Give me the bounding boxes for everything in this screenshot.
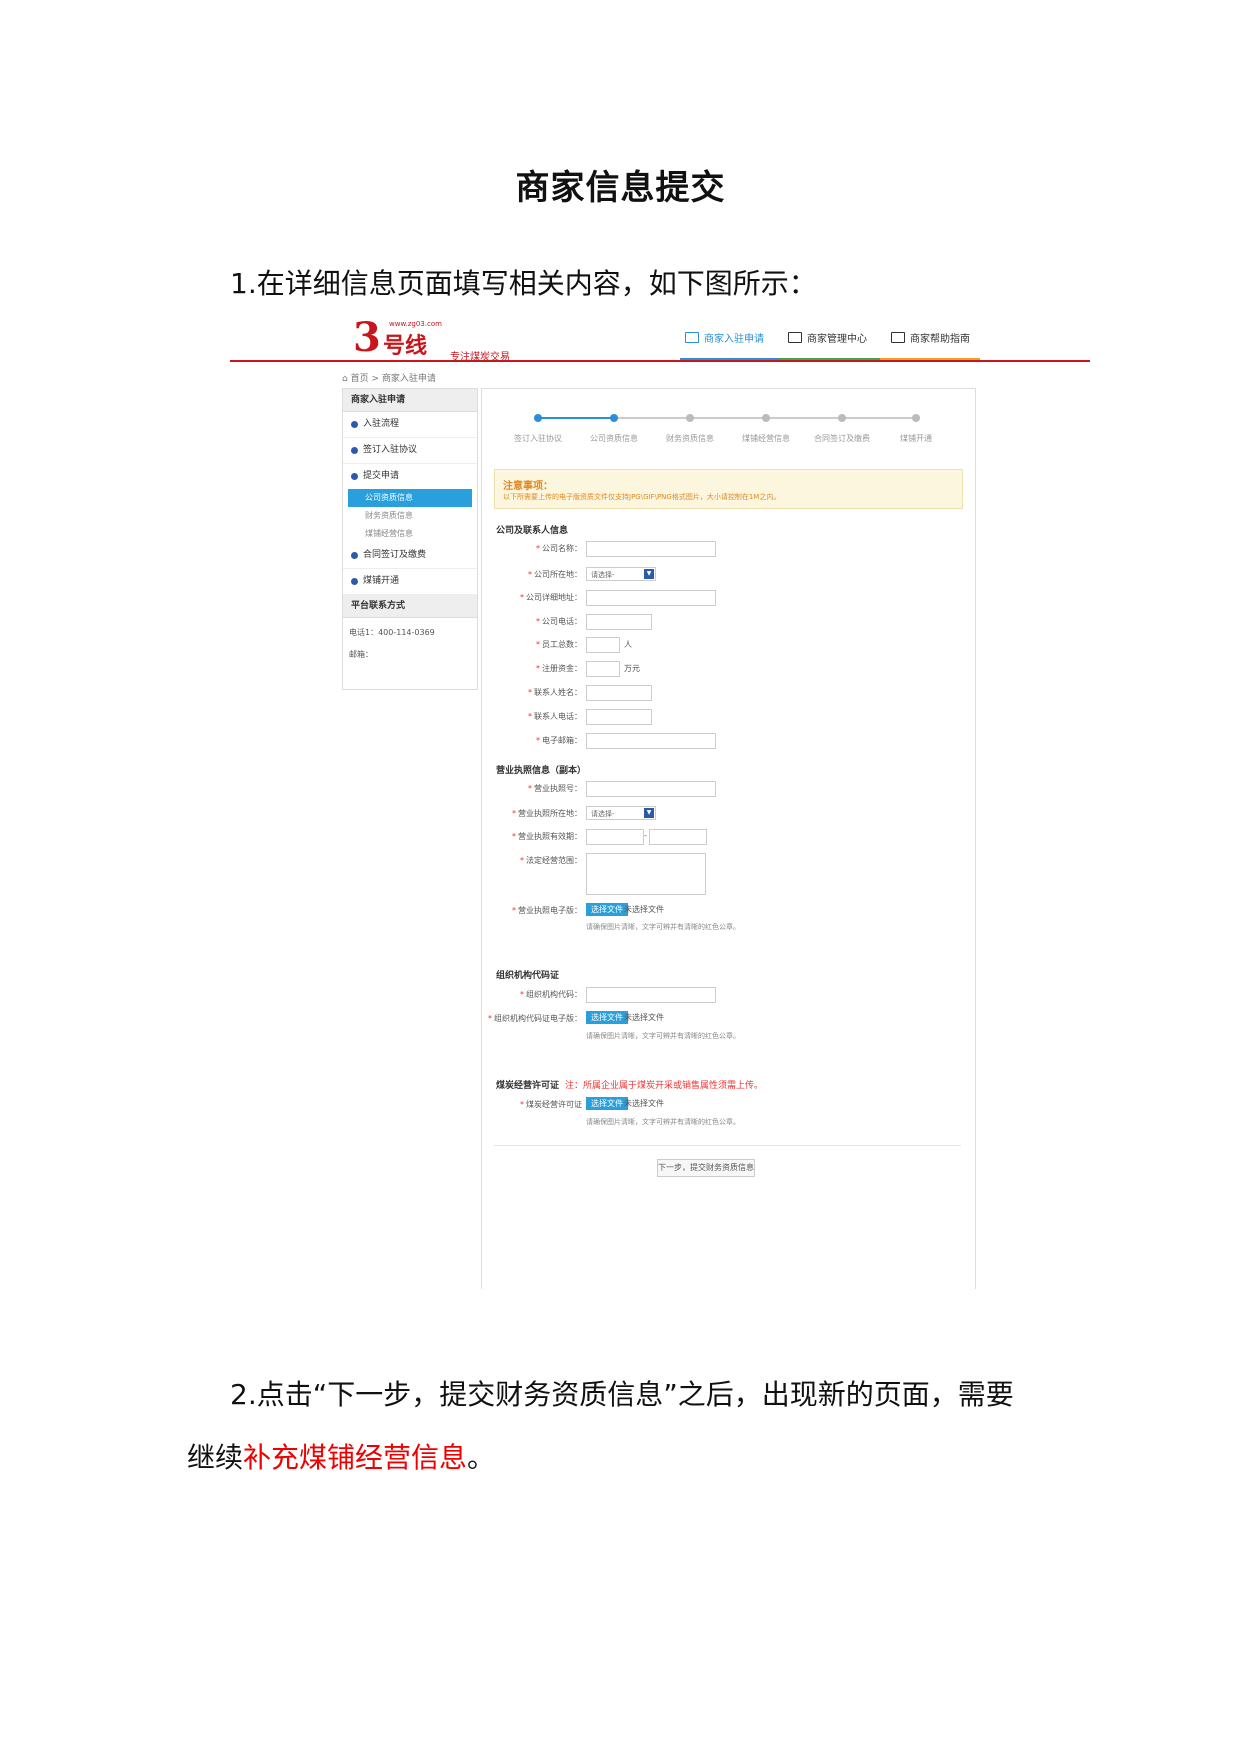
section-company: 公司及联系人信息 (496, 526, 569, 536)
license-end-input[interactable] (649, 829, 707, 845)
sidebar-item-open[interactable]: 煤铺开通 (343, 569, 477, 595)
paragraph-step-2: 2.点击“下一步，提交财务资质信息”之后，出现新的页面，需要 (230, 1378, 1014, 1411)
row-email: * 电子邮箱： (482, 733, 975, 749)
nav-merchant-apply[interactable]: 商家入驻申请 (685, 330, 764, 345)
row-contact-phone: * 联系人电话： (482, 709, 975, 725)
book-icon (891, 332, 905, 343)
row-location: * 公司所在地： 请选择- ▼ (482, 567, 975, 583)
row-license-file: * 营业执照电子版： 选择文件 未选择文件 (512, 903, 664, 916)
sidebar-item-submit[interactable]: 提交申请 (343, 464, 477, 489)
header-divider (230, 358, 1090, 362)
bullet-icon (351, 578, 358, 585)
nav-help-guide[interactable]: 商家帮助指南 (891, 330, 970, 345)
breadcrumb: ⌂ 首页 > 商家入驻申请 (342, 374, 436, 384)
paragraph-step-2-cont: 继续补充煤铺经营信息。 (187, 1441, 496, 1474)
notice-box: 注意事项： 以下所需要上传的电子版资质文件仅支持JPG\GIF\PNG格式图片，… (494, 469, 963, 509)
logo-url: www.zg03.com (389, 320, 442, 328)
row-scope: * 法定经营范围： (482, 853, 975, 895)
contact-phone-input[interactable] (586, 709, 652, 725)
file-hint: 请确保图片清晰，文字可辨并有清晰的红色公章。 (586, 1032, 740, 1040)
nav-merchant-center[interactable]: 商家管理中心 (788, 330, 867, 345)
step-label: 签订入驻协议 (514, 434, 562, 443)
paragraph-step-1: 1.在详细信息页面填写相关内容，如下图所示： (230, 267, 817, 300)
contact-name-input[interactable] (586, 685, 652, 701)
sidebar-title: 商家入驻申请 (343, 389, 477, 412)
step-label: 公司资质信息 (590, 434, 638, 443)
step-label: 合同签订及缴费 (814, 434, 870, 443)
contact-title: 平台联系方式 (343, 595, 477, 618)
bullet-icon (351, 473, 358, 480)
dropdown-arrow-icon: ▼ (644, 569, 654, 579)
org-code-input[interactable] (586, 987, 716, 1003)
row-coal-file: * 煤炭经营许可证 选择文件 未选择文件 (520, 1097, 664, 1110)
next-step-button[interactable]: 下一步，提交财务资质信息 (657, 1159, 755, 1177)
row-phone: * 公司电话： (482, 614, 975, 630)
step-label: 煤铺开通 (900, 434, 932, 443)
sidebar-item-contract[interactable]: 合同签订及缴费 (343, 543, 477, 569)
scope-textarea[interactable] (586, 853, 706, 895)
staff-input[interactable] (586, 637, 620, 653)
row-license-loc: * 营业执照所在地： 请选择- ▼ (482, 806, 975, 822)
sidebar-item-agreement[interactable]: 签订入驻协议 (343, 438, 477, 464)
license-location-select[interactable]: 请选择- ▼ (586, 806, 656, 820)
monitor-icon (788, 332, 802, 343)
top-nav: 商家入驻申请 商家管理中心 商家帮助指南 (685, 330, 970, 345)
section-coal: 煤炭经营许可证 注：所属企业属于煤炭开采或销售属性须需上传。 (496, 1081, 764, 1091)
company-name-input[interactable] (586, 541, 716, 557)
section-license: 营业执照信息（副本） (496, 766, 587, 776)
notice-title: 注意事项： (503, 481, 553, 492)
row-contact-name: * 联系人姓名： (482, 685, 975, 701)
phone-input[interactable] (586, 614, 652, 630)
contact-phone: 电话1：400-114-0369 (349, 628, 435, 637)
license-no-input[interactable] (586, 781, 716, 797)
contact-email: 邮箱： (349, 650, 373, 659)
row-capital: * 注册资金： 万元 (482, 661, 975, 677)
license-start-input[interactable] (586, 829, 644, 845)
progress-steps (534, 414, 920, 422)
coal-note: 注：所属企业属于煤炭开采或销售属性须需上传。 (565, 1081, 764, 1091)
row-company-name: * 公司名称： (482, 541, 975, 557)
form-divider (494, 1145, 961, 1146)
row-license-no: * 营业执照号： (482, 781, 975, 797)
step-label: 财务资质信息 (666, 434, 714, 443)
step-label: 煤铺经营信息 (742, 434, 790, 443)
license-file-button[interactable]: 选择文件 (586, 903, 628, 916)
embedded-screenshot: 3 www.zg03.com 号线 专注煤炭交易 商家入驻申请 商家管理中心 商… (230, 312, 1090, 1289)
row-org-file: * 组织机构代码证电子版： 选择文件 未选择文件 (488, 1011, 664, 1024)
bullet-icon (351, 447, 358, 454)
row-staff: * 员工总数：人 (482, 637, 975, 653)
capital-input[interactable] (586, 661, 620, 677)
email-input[interactable] (586, 733, 716, 749)
org-file-button[interactable]: 选择文件 (586, 1011, 628, 1024)
row-address: * 公司详细地址： (482, 590, 975, 606)
home-icon: ⌂ (342, 374, 351, 384)
bullet-icon (351, 421, 358, 428)
pen-icon (685, 332, 699, 343)
sidebar: 商家入驻申请 入驻流程 签订入驻协议 提交申请 公司资质信息 财务资质信息 煤铺… (342, 388, 478, 690)
dropdown-arrow-icon: ▼ (644, 808, 654, 818)
coal-file-button[interactable]: 选择文件 (586, 1097, 628, 1110)
bullet-icon (351, 552, 358, 559)
row-license-term: * 营业执照有效期： - (482, 829, 975, 845)
sidebar-sub-shop[interactable]: 煤铺经营信息 (343, 525, 477, 543)
section-org: 组织机构代码证 (496, 971, 560, 981)
location-select[interactable]: 请选择- ▼ (586, 567, 656, 581)
sidebar-sub-finance[interactable]: 财务资质信息 (343, 507, 477, 525)
address-input[interactable] (586, 590, 716, 606)
document-title: 商家信息提交 (515, 168, 726, 208)
contact-info: 电话1：400-114-0369 邮箱： (343, 618, 477, 670)
logo-name: 号线 (383, 333, 428, 359)
main-form-panel: 签订入驻协议 公司资质信息 财务资质信息 煤铺经营信息 合同签订及缴费 煤铺开通… (481, 388, 976, 1289)
highlight-text: 补充煤铺经营信息 (243, 1441, 468, 1474)
row-org-code: * 组织机构代码： (482, 987, 975, 1003)
sidebar-sub-company[interactable]: 公司资质信息 (348, 489, 472, 507)
file-hint: 请确保图片清晰，文字可辨并有清晰的红色公章。 (586, 923, 740, 931)
file-hint: 请确保图片清晰，文字可辨并有清晰的红色公章。 (586, 1118, 740, 1126)
logo-number: 3 (353, 314, 381, 361)
notice-body: 以下所需要上传的电子版资质文件仅支持JPG\GIF\PNG格式图片，大小请控制在… (503, 493, 781, 501)
sidebar-item-process[interactable]: 入驻流程 (343, 412, 477, 438)
